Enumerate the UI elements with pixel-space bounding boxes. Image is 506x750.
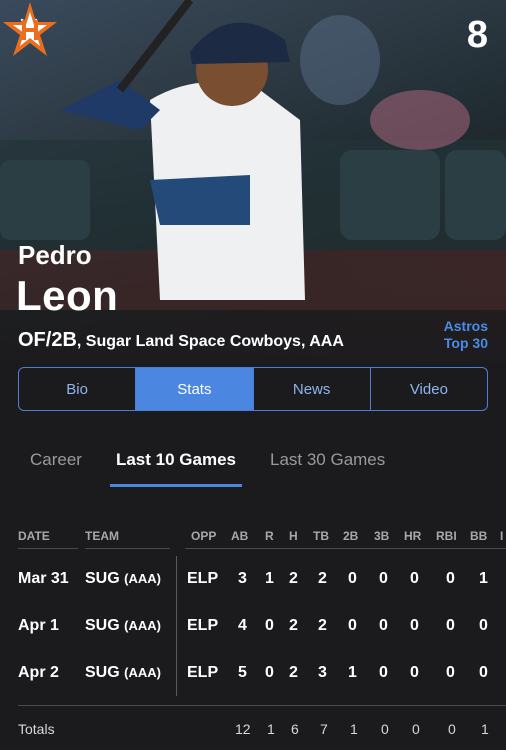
cell-2b: 0: [348, 570, 357, 587]
cell-bb: 0: [479, 617, 488, 634]
tab-video[interactable]: Video: [371, 368, 487, 410]
cell-r: 0: [265, 617, 274, 634]
subtab-last-10-games[interactable]: Last 10 Games: [109, 448, 242, 487]
cell-team-level: (AAA): [124, 571, 161, 586]
col-header-rbi: RBI: [436, 529, 457, 543]
col-header-3b: 3B: [374, 529, 390, 543]
top30-label-line1: Astros: [443, 318, 488, 334]
cell-bb: 0: [479, 664, 488, 681]
col-header-ibb: I: [500, 529, 504, 543]
cell-team: SUG (AAA): [85, 617, 161, 635]
col-header-tb: TB: [313, 529, 329, 543]
header-underline-date: [18, 548, 78, 549]
cell-ab: 5: [238, 664, 247, 681]
cell-team-level: (AAA): [124, 665, 161, 680]
totals-label: Totals: [18, 721, 55, 737]
player-team-level: , Sugar Land Space Cowboys, AAA: [76, 333, 344, 350]
jersey-number: 8: [466, 14, 488, 56]
cell-date: Mar 31: [18, 570, 69, 587]
cell-hr: 0: [410, 570, 419, 587]
col-header-date: DATE: [18, 529, 50, 543]
col-header-ab: AB: [231, 529, 249, 543]
cell-tb: 2: [318, 617, 327, 634]
cell-2b: 0: [348, 617, 357, 634]
astros-star-logo[interactable]: [0, 0, 60, 60]
tab-news[interactable]: News: [254, 368, 371, 410]
cell-rbi: 0: [446, 617, 455, 634]
column-divider: [176, 556, 177, 696]
cell-hr: 0: [410, 617, 419, 634]
col-header-hr: HR: [404, 529, 422, 543]
col-header-2b: 2B: [343, 529, 359, 543]
cell-team-code: SUG: [85, 570, 120, 587]
total-r: 1: [267, 721, 275, 737]
game-log-table: DATE TEAM OPP AB R H TB 2B 3B HR RBI BB …: [0, 520, 506, 750]
cell-team-code: SUG: [85, 664, 120, 681]
player-position: OF/2B: [18, 329, 77, 351]
cell-tb: 3: [318, 664, 327, 681]
subtab-career[interactable]: Career: [18, 448, 88, 487]
col-header-team: TEAM: [85, 529, 119, 543]
total-2b: 1: [350, 721, 358, 737]
cell-rbi: 0: [446, 570, 455, 587]
cell-3b: 0: [379, 570, 388, 587]
cell-ab: 4: [238, 617, 247, 634]
tab-stats[interactable]: Stats: [136, 368, 254, 410]
col-header-h: H: [289, 529, 298, 543]
player-last-name: Leon: [16, 272, 119, 319]
cell-team-level: (AAA): [124, 618, 161, 633]
cell-tb: 2: [318, 570, 327, 587]
total-bb: 1: [481, 721, 489, 737]
header-underline-stats: [185, 548, 506, 549]
total-tb: 7: [320, 721, 328, 737]
col-header-r: R: [265, 529, 274, 543]
cell-team: SUG (AAA): [85, 570, 161, 588]
cell-opp: ELP: [187, 570, 219, 587]
cell-r: 0: [265, 664, 274, 681]
cell-h: 2: [289, 570, 298, 587]
player-hero-photo: 8 Pedro Leon OF/2B, Sugar Land Space Cow…: [0, 0, 506, 362]
total-h: 6: [291, 721, 299, 737]
cell-bb: 1: [479, 570, 488, 587]
cell-opp: ELP: [187, 617, 219, 634]
col-header-opp: OPP: [191, 529, 217, 543]
subtab-last-30-games[interactable]: Last 30 Games: [264, 448, 391, 487]
cell-hr: 0: [410, 664, 419, 681]
col-header-bb: BB: [470, 529, 488, 543]
totals-divider: [18, 705, 506, 706]
total-hr: 0: [412, 721, 420, 737]
cell-team-code: SUG: [85, 617, 120, 634]
segmented-tabs: Bio Stats News Video: [18, 367, 488, 411]
player-first-name: Pedro: [18, 240, 92, 270]
tab-bio[interactable]: Bio: [19, 368, 137, 410]
total-rbi: 0: [448, 721, 456, 737]
cell-h: 2: [289, 664, 298, 681]
cell-opp: ELP: [187, 664, 219, 681]
astros-top30-link[interactable]: Astros Top 30: [444, 318, 488, 352]
cell-r: 1: [265, 570, 274, 587]
cell-h: 2: [289, 617, 298, 634]
top30-label-line2: Top 30: [443, 335, 488, 351]
cell-3b: 0: [379, 664, 388, 681]
total-ab: 12: [235, 721, 251, 737]
stats-subtabs: Career Last 10 Games Last 30 Games: [18, 448, 413, 487]
cell-3b: 0: [379, 617, 388, 634]
cell-2b: 1: [348, 664, 357, 681]
header-underline-team: [85, 548, 170, 549]
cell-date: Apr 1: [18, 617, 59, 634]
cell-date: Apr 2: [18, 664, 59, 681]
cell-ab: 3: [238, 570, 247, 587]
cell-rbi: 0: [446, 664, 455, 681]
player-position-team: OF/2B, Sugar Land Space Cowboys, AAA: [18, 329, 344, 352]
total-3b: 0: [381, 721, 389, 737]
cell-team: SUG (AAA): [85, 664, 161, 682]
